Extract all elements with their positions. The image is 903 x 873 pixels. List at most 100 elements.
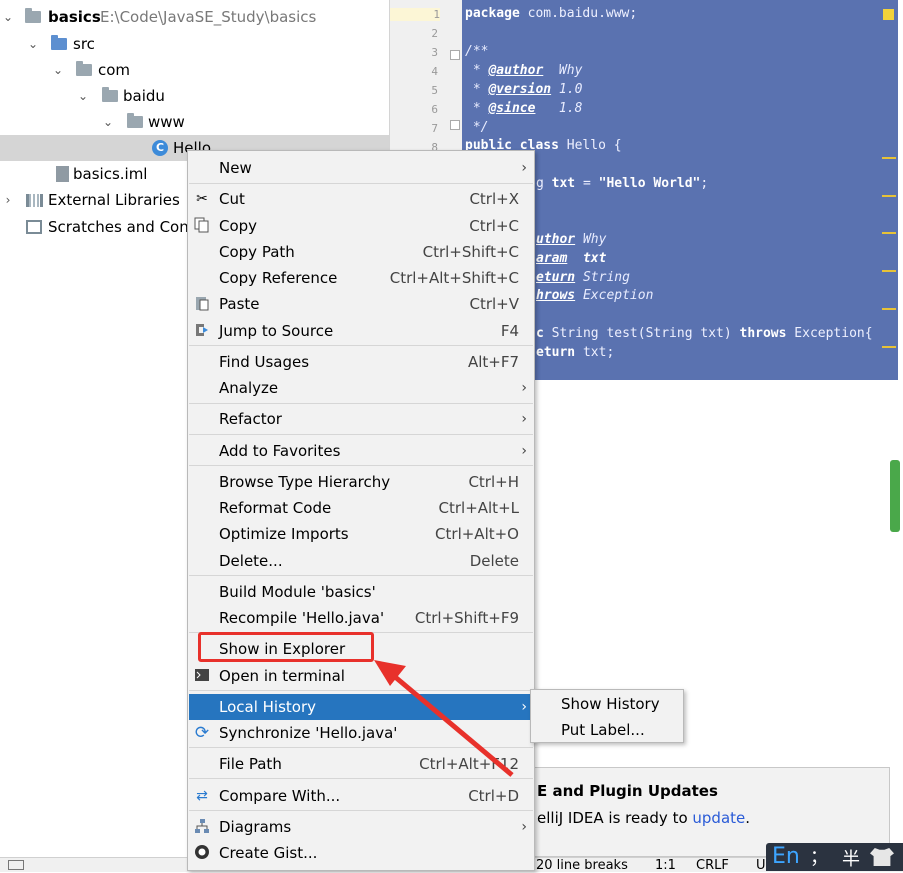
menu-item-put-label[interactable]: Put Label... xyxy=(561,717,645,743)
code-line-16: hrows Exception xyxy=(536,288,654,303)
menu-item-delete[interactable]: Delete... Delete xyxy=(189,548,533,574)
ime-toolbar[interactable]: En ； 半 xyxy=(766,843,903,871)
update-link[interactable]: update xyxy=(692,809,745,827)
ime-skin-icon[interactable] xyxy=(870,848,894,866)
error-stripe-mark[interactable] xyxy=(882,232,896,234)
menu-item-copy-path[interactable]: Copy Path Ctrl+Shift+C xyxy=(189,239,533,265)
package-icon xyxy=(102,87,118,102)
menu-separator xyxy=(189,345,533,346)
tree-label: src xyxy=(73,35,95,53)
tree-label: External Libraries xyxy=(48,191,180,209)
notification-body: elliJ IDEA is ready to update. xyxy=(537,809,751,827)
github-icon xyxy=(193,844,211,862)
menu-item-copy-reference[interactable]: Copy Reference Ctrl+Alt+Shift+C xyxy=(189,265,533,291)
tree-node-basics[interactable]: ⌄ basics E:\Code\JavaSE_Study\basics xyxy=(0,4,389,30)
line-number: 1 xyxy=(390,8,440,21)
iml-file-icon xyxy=(56,166,69,182)
code-line-14: aram txt xyxy=(536,251,607,266)
sync-icon: ⟳ xyxy=(194,723,210,743)
menu-item-find-usages[interactable]: Find Usages Alt+F7 xyxy=(189,349,533,375)
package-icon xyxy=(76,61,92,76)
menu-item-create-gist[interactable]: Create Gist... xyxy=(189,840,533,866)
code-line-5: * @version 1.0 xyxy=(465,82,583,97)
inspection-status-icon[interactable] xyxy=(883,9,894,20)
menu-item-optimize-imports[interactable]: Optimize Imports Ctrl+Alt+O xyxy=(189,521,533,547)
chevron-down-icon[interactable]: ⌄ xyxy=(2,4,14,30)
menu-separator xyxy=(189,434,533,435)
annotation-highlight-box xyxy=(198,632,374,662)
menu-item-browse-type-hierarchy[interactable]: Browse Type Hierarchy Ctrl+H xyxy=(189,469,533,495)
menu-separator xyxy=(189,810,533,811)
tree-label: basics.iml xyxy=(73,165,148,183)
editor-scrollbar-thumb[interactable] xyxy=(890,460,900,532)
menu-item-show-history[interactable]: Show History xyxy=(561,691,660,717)
menu-item-analyze[interactable]: Analyze › xyxy=(189,375,533,401)
ime-language[interactable]: En xyxy=(772,844,800,869)
diagram-icon xyxy=(193,818,211,836)
package-icon xyxy=(127,113,143,128)
chevron-right-icon: › xyxy=(521,160,527,176)
menu-separator xyxy=(189,403,533,404)
menu-item-jump-to-source[interactable]: Jump to Source F4 xyxy=(189,318,533,344)
module-folder-icon xyxy=(25,8,41,23)
menu-item-cut[interactable]: ✂ Cut Ctrl+X xyxy=(189,186,533,212)
chevron-down-icon[interactable]: ⌄ xyxy=(77,83,89,109)
error-stripe-mark[interactable] xyxy=(882,270,896,272)
error-stripe-mark[interactable] xyxy=(882,308,896,310)
menu-item-add-to-favorites[interactable]: Add to Favorites › xyxy=(189,438,533,464)
menu-item-recompile[interactable]: Recompile 'Hello.java' Ctrl+Shift+F9 xyxy=(189,605,533,631)
menu-item-refactor[interactable]: Refactor › xyxy=(189,406,533,432)
tree-node-www[interactable]: ⌄ www xyxy=(0,109,389,135)
compare-arrows-icon: ⇄ xyxy=(196,788,208,804)
line-number: 6 xyxy=(431,103,438,116)
fold-marker-icon[interactable] xyxy=(450,120,460,130)
tree-node-src[interactable]: ⌄ src xyxy=(0,31,389,57)
ime-punctuation[interactable]: ； xyxy=(810,843,828,869)
code-line-13: uthor Why xyxy=(536,232,607,247)
tree-label: www xyxy=(148,113,185,131)
tree-node-baidu[interactable]: ⌄ baidu xyxy=(0,83,389,109)
chevron-right-icon: › xyxy=(521,411,527,427)
error-stripe-mark[interactable] xyxy=(882,195,896,197)
line-number: 3 xyxy=(431,46,438,59)
ime-width[interactable]: 半 xyxy=(842,845,860,871)
menu-item-paste[interactable]: Paste Ctrl+V xyxy=(189,291,533,317)
menu-item-diagrams[interactable]: Diagrams › xyxy=(189,814,533,840)
menu-item-new[interactable]: New › xyxy=(189,155,533,181)
notification-title: E and Plugin Updates xyxy=(537,782,718,800)
error-stripe-mark[interactable] xyxy=(882,346,896,348)
line-number: 2 xyxy=(431,27,438,40)
java-class-icon: C xyxy=(152,140,168,156)
paste-icon xyxy=(193,295,211,313)
jump-to-source-icon xyxy=(193,322,211,340)
line-number: 7 xyxy=(431,122,438,135)
module-path: E:\Code\JavaSE_Study\basics xyxy=(100,8,317,26)
scratches-icon xyxy=(26,220,42,234)
code-line-7: */ xyxy=(465,120,489,135)
tree-label: baidu xyxy=(123,87,165,105)
menu-item-copy[interactable]: Copy Ctrl+C xyxy=(189,213,533,239)
code-line-18: c String test(String txt) throws Excepti… xyxy=(536,326,873,341)
menu-item-build-module[interactable]: Build Module 'basics' xyxy=(189,579,533,605)
chevron-down-icon[interactable]: ⌄ xyxy=(27,31,39,57)
tree-label: Scratches and Cons xyxy=(48,218,197,236)
terminal-icon xyxy=(193,667,211,685)
chevron-right-icon: › xyxy=(521,443,527,459)
chevron-down-icon[interactable]: ⌄ xyxy=(102,109,114,135)
chevron-right-icon: › xyxy=(521,819,527,835)
chevron-down-icon[interactable]: ⌄ xyxy=(52,57,64,83)
scissors-icon: ✂ xyxy=(196,191,208,207)
code-line-3: /** xyxy=(465,44,489,59)
fold-marker-icon[interactable] xyxy=(450,50,460,60)
chevron-right-icon[interactable]: › xyxy=(2,187,14,213)
tree-node-com[interactable]: ⌄ com xyxy=(0,57,389,83)
menu-item-reformat-code[interactable]: Reformat Code Ctrl+Alt+L xyxy=(189,495,533,521)
tool-window-toggle-icon[interactable] xyxy=(8,860,24,870)
line-number: 5 xyxy=(431,84,438,97)
code-line-19: eturn txt; xyxy=(536,345,615,360)
line-number: 4 xyxy=(431,65,438,78)
error-stripe-mark[interactable] xyxy=(882,157,896,159)
library-icon xyxy=(26,194,43,207)
menu-separator xyxy=(189,465,533,466)
code-line-6: * @since 1.8 xyxy=(465,101,583,116)
